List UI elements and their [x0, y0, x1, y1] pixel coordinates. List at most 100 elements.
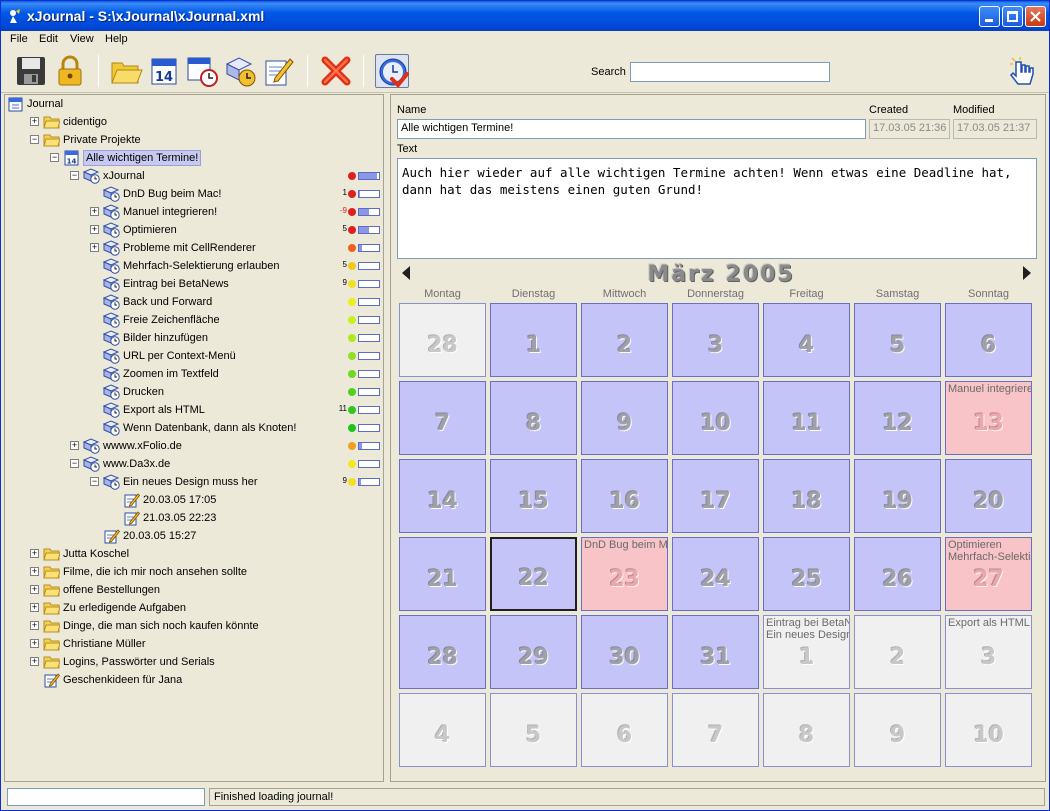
calendar-event[interactable]: Ein neues Design muss her — [766, 629, 849, 641]
tree-item[interactable]: Wenn Datenbank, dann als Knoten! — [5, 419, 383, 437]
tree-item[interactable]: Geschenkideen für Jana — [5, 671, 383, 689]
calendar-event[interactable]: Eintrag bei BetaNews — [766, 617, 849, 629]
calendar-event[interactable]: Manuel integrieren! — [948, 383, 1031, 395]
collapse-icon[interactable]: − — [50, 153, 59, 162]
calendar-day[interactable]: 19 — [854, 459, 941, 533]
tree-item[interactable]: DnD Bug beim Mac! 1 — [5, 185, 383, 203]
calendar-event[interactable]: Optimieren — [948, 539, 1002, 551]
calendar-day[interactable]: 3 — [672, 303, 759, 377]
collapse-icon[interactable]: − — [70, 459, 79, 468]
tree-item[interactable]: URL per Context-Menü — [5, 347, 383, 365]
calendar-alarm-button[interactable] — [185, 54, 219, 88]
calendar-day[interactable]: Manuel integrieren! 13 — [945, 381, 1032, 455]
tree-item[interactable]: + Dinge, die man sich noch kaufen könnte — [5, 617, 383, 635]
calendar-day[interactable]: OptimierenMehrfach-Selektierung erlauben… — [945, 537, 1032, 611]
minimize-button[interactable] — [979, 6, 1000, 27]
expand-icon[interactable]: + — [30, 585, 39, 594]
next-month-icon[interactable] — [1023, 266, 1031, 280]
edit-note-button[interactable] — [261, 54, 295, 88]
tree-item[interactable]: Freie Zeichenfläche — [5, 311, 383, 329]
calendar-day[interactable]: 25 — [763, 537, 850, 611]
calendar-day[interactable]: 9 — [581, 381, 668, 455]
tree-item[interactable]: + Logins, Passwörter und Serials — [5, 653, 383, 671]
name-field[interactable]: Alle wichtigen Termine! — [397, 119, 866, 139]
collapse-icon[interactable]: − — [90, 477, 99, 486]
collapse-icon[interactable]: − — [70, 171, 79, 180]
prev-month-icon[interactable] — [402, 266, 410, 280]
tree-item[interactable]: + Jutta Koschel — [5, 545, 383, 563]
calendar-day[interactable]: 17 — [672, 459, 759, 533]
calendar-day[interactable]: 7 — [672, 693, 759, 767]
calendar-day[interactable]: 8 — [763, 693, 850, 767]
tree-item[interactable]: + Manuel integrieren! -9 — [5, 203, 383, 221]
calendar-day[interactable]: 12 — [854, 381, 941, 455]
tree-item[interactable]: Bilder hinzufügen — [5, 329, 383, 347]
menu-view[interactable]: View — [70, 33, 94, 45]
calendar-day[interactable]: 16 — [581, 459, 668, 533]
calendar-day[interactable]: 28 — [399, 303, 486, 377]
calendar-day[interactable]: 1 — [490, 303, 577, 377]
calendar-day[interactable]: 11 — [763, 381, 850, 455]
menu-file[interactable]: File — [10, 33, 28, 45]
tree-item[interactable]: −14 Alle wichtigen Termine! — [5, 149, 383, 167]
tree-item[interactable]: + Filme, die ich mir noch ansehen sollte — [5, 563, 383, 581]
pointer-button[interactable] — [1006, 54, 1040, 88]
tree-item[interactable]: Export als HTML 11 — [5, 401, 383, 419]
calendar-day[interactable]: 31 — [672, 615, 759, 689]
expand-icon[interactable]: + — [30, 549, 39, 558]
title-bar[interactable]: xJournal - S:\xJournal\xJournal.xml — [1, 1, 1049, 31]
tree-item[interactable]: Zoomen im Textfeld — [5, 365, 383, 383]
tree-item[interactable]: + Zu erledigende Aufgaben — [5, 599, 383, 617]
lock-button[interactable] — [53, 54, 87, 88]
text-area[interactable]: Auch hier wieder auf alle wichtigen Term… — [397, 158, 1037, 259]
tree-item[interactable]: + cidentigo — [5, 113, 383, 131]
tree-item[interactable]: Journal — [5, 95, 383, 113]
calendar-day[interactable]: 5 — [490, 693, 577, 767]
calendar-day[interactable]: Eintrag bei BetaNewsEin neues Design mus… — [763, 615, 850, 689]
expand-icon[interactable]: + — [30, 639, 39, 648]
calendar-day[interactable]: 21 — [399, 537, 486, 611]
tree-item[interactable]: − Private Projekte — [5, 131, 383, 149]
delete-button[interactable] — [319, 54, 353, 88]
collapse-icon[interactable]: − — [30, 135, 39, 144]
calendar-day[interactable]: DnD Bug beim Mac! 23 — [581, 537, 668, 611]
calendar-day[interactable]: 9 — [854, 693, 941, 767]
calendar-day[interactable]: 18 — [763, 459, 850, 533]
search-input[interactable] — [630, 62, 830, 82]
calendar-day[interactable]: 2 — [581, 303, 668, 377]
calendar-day[interactable]: 4 — [399, 693, 486, 767]
calendar-day[interactable]: 6 — [945, 303, 1032, 377]
tree-item[interactable]: + Optimieren 5 — [5, 221, 383, 239]
calendar-event[interactable]: DnD Bug beim Mac! — [584, 539, 667, 551]
calendar-day[interactable]: 14 — [399, 459, 486, 533]
calendar-day[interactable]: 24 — [672, 537, 759, 611]
tree-item[interactable]: Eintrag bei BetaNews 9 — [5, 275, 383, 293]
tree-item[interactable]: + wwww.xFolio.de — [5, 437, 383, 455]
expand-icon[interactable]: + — [30, 657, 39, 666]
tree-item[interactable]: Back und Forward — [5, 293, 383, 311]
calendar-day[interactable]: 8 — [490, 381, 577, 455]
calendar-event[interactable]: Export als HTML — [948, 617, 1030, 629]
calendar-day[interactable]: 6 — [581, 693, 668, 767]
tree-item[interactable]: + Christiane Müller — [5, 635, 383, 653]
tree-item[interactable]: − xJournal — [5, 167, 383, 185]
maximize-button[interactable] — [1002, 6, 1023, 27]
tree-item[interactable]: 20.03.05 17:05 — [5, 491, 383, 509]
tree-item[interactable]: + offene Bestellungen — [5, 581, 383, 599]
tree-item[interactable]: + Probleme mit CellRenderer — [5, 239, 383, 257]
calendar-day[interactable]: 5 — [854, 303, 941, 377]
expand-icon[interactable]: + — [90, 225, 99, 234]
calendar-day[interactable]: 29 — [490, 615, 577, 689]
calendar-day[interactable]: 7 — [399, 381, 486, 455]
calendar-day[interactable]: 20 — [945, 459, 1032, 533]
journal-tree[interactable]: Journal + cidentigo − Private Projekte −14 All… — [4, 94, 384, 782]
calendar-day[interactable]: 15 — [490, 459, 577, 533]
calendar-day[interactable]: 26 — [854, 537, 941, 611]
expand-icon[interactable]: + — [30, 117, 39, 126]
save-button[interactable] — [14, 54, 48, 88]
tree-item[interactable]: − Ein neues Design muss her 9 — [5, 473, 383, 491]
tree-item[interactable]: Mehrfach-Selektierung erlauben 5 — [5, 257, 383, 275]
tree-item[interactable]: 21.03.05 22:23 — [5, 509, 383, 527]
expand-icon[interactable]: + — [90, 207, 99, 216]
calendar-day[interactable]: 10 — [945, 693, 1032, 767]
